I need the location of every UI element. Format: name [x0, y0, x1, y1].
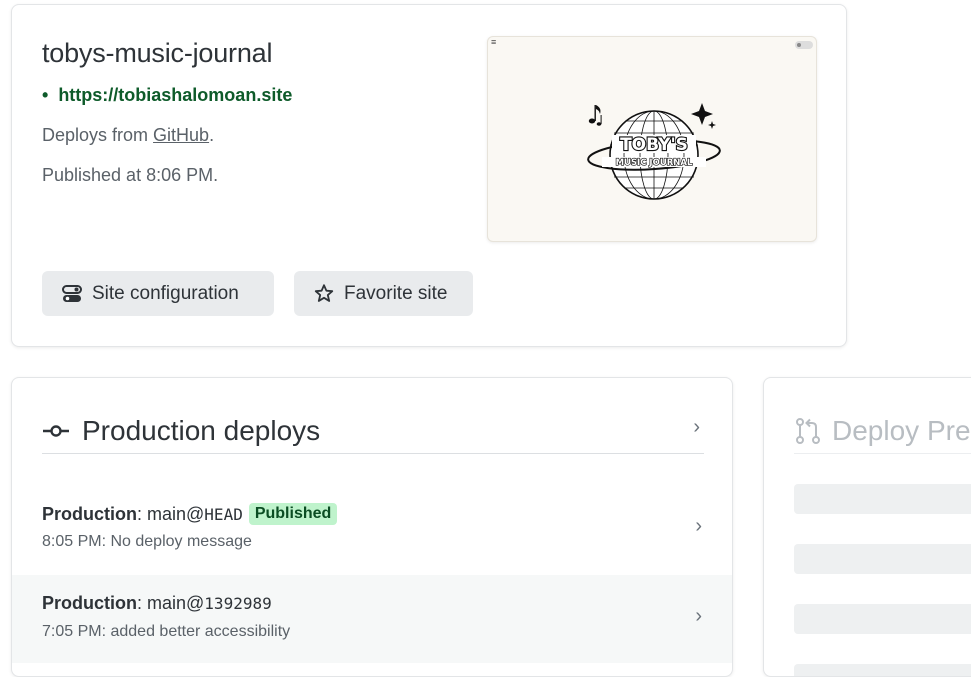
production-deploys-title: Production deploys	[82, 414, 321, 446]
deploy-title-line: Production : main@ HEAD Published	[42, 503, 338, 525]
favorite-site-label: Favorite site	[344, 282, 448, 304]
site-overview-card: tobys-music-journal • https://tobiashalom…	[11, 4, 847, 347]
deploy-context: Production	[42, 593, 137, 613]
site-configuration-button[interactable]: Site configuration	[42, 271, 274, 316]
site-url-text[interactable]: https://tobiashalomoan.site	[58, 85, 292, 105]
deploy-ref: HEAD	[204, 504, 243, 524]
loading-skeleton	[794, 544, 971, 574]
deploy-source-suffix: .	[209, 125, 215, 145]
loading-skeleton	[794, 664, 971, 676]
deploy-row[interactable]: Production : main@ 1392989 7:05 PM: adde…	[12, 575, 732, 663]
menu-icon: ≡	[491, 37, 497, 47]
deploy-source-text: Deploys from GitHub.	[42, 125, 214, 146]
loading-skeleton	[794, 484, 971, 514]
site-name[interactable]: tobys-music-journal	[42, 38, 272, 69]
site-configuration-label: Site configuration	[92, 282, 239, 304]
deploy-context: Production	[42, 503, 137, 524]
deploy-title-line: Production : main@ 1392989	[42, 593, 272, 614]
chevron-right-icon: ›	[695, 605, 702, 627]
deploy-previews-card: Deploy Pre	[763, 377, 971, 677]
production-deploys-header[interactable]: Production deploys ›	[42, 408, 704, 454]
settings-toggle-icon	[62, 284, 82, 303]
deploy-message: 8:05 PM: No deploy message	[42, 533, 252, 550]
published-badge: Published	[248, 503, 338, 525]
site-url-link[interactable]: • https://tobiashalomoan.site	[42, 85, 292, 106]
deploy-previews-title: Deploy Pre	[832, 414, 971, 446]
deploy-branch-prefix: : main@	[137, 503, 205, 524]
deploy-row[interactable]: Production : main@ HEAD Published 8:05 P…	[12, 485, 732, 573]
logo-top-text: TOBY'S	[620, 135, 688, 155]
favorite-site-button[interactable]: Favorite site	[294, 271, 473, 316]
chevron-right-icon[interactable]: ›	[693, 416, 700, 439]
star-icon	[314, 284, 334, 303]
toggle-icon	[795, 41, 813, 49]
deploy-branch-prefix: : main@	[137, 593, 205, 613]
pull-request-icon	[794, 417, 822, 445]
production-deploys-card: Production deploys › Production : main@ …	[11, 377, 733, 677]
github-link[interactable]: GitHub	[153, 125, 209, 145]
commit-icon	[42, 424, 70, 438]
published-time: Published at 8:06 PM.	[42, 165, 219, 185]
status-dot-icon: •	[42, 85, 49, 105]
site-screenshot-preview[interactable]: ≡ TOBY'S MUSIC JOURNAL	[487, 36, 817, 242]
deploy-message: 7:05 PM: added better accessibility	[42, 623, 291, 640]
deploy-ref: 1392989	[204, 594, 272, 613]
deploy-previews-header[interactable]: Deploy Pre	[794, 408, 971, 454]
deploy-source-prefix: Deploys from	[42, 125, 154, 145]
chevron-right-icon: ›	[695, 515, 702, 537]
logo-bottom-text: MUSIC JOURNAL	[616, 158, 693, 168]
music-journal-logo: TOBY'S MUSIC JOURNAL	[587, 103, 721, 200]
loading-skeleton	[794, 604, 971, 634]
